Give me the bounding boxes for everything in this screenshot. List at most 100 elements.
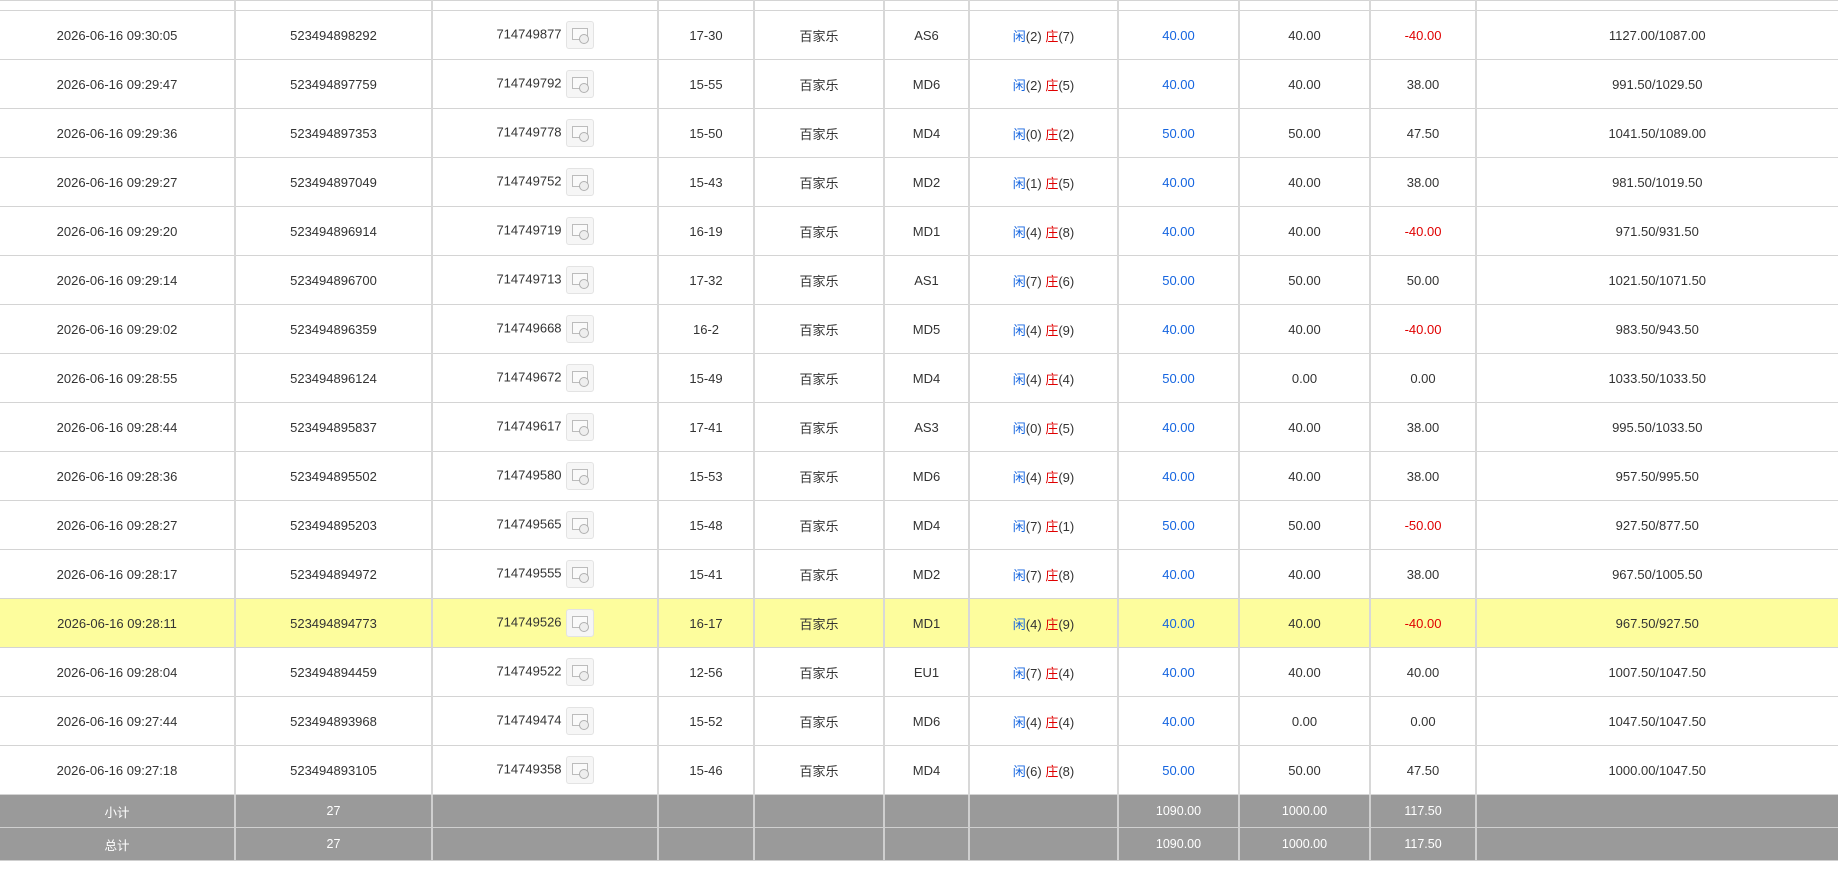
- table-row: 2026-06-16 09:28:27 523494895203 714749565…: [0, 500, 1838, 550]
- order-id: 523494894459: [234, 647, 433, 697]
- ticket-image-icon[interactable]: [565, 315, 594, 343]
- valid-bet: 40.00: [1238, 304, 1371, 354]
- subtotal-count: 27: [234, 794, 433, 828]
- player-label: 闲: [1012, 273, 1026, 289]
- player-points: (4): [1025, 616, 1042, 632]
- banker-points: (1): [1058, 518, 1075, 534]
- table-code: MD2: [883, 549, 970, 599]
- banker-label: 庄: [1045, 371, 1059, 387]
- player-points: (4): [1025, 714, 1042, 730]
- banker-label: 庄: [1045, 763, 1059, 779]
- player-points: (0): [1025, 126, 1042, 142]
- ticket-image-icon[interactable]: [565, 413, 594, 441]
- balance-change: 1033.50/1033.50: [1475, 353, 1838, 403]
- win-loss: 50.00: [1369, 255, 1477, 305]
- game-id-cell: 714749580: [431, 451, 659, 501]
- player-label: 闲: [1012, 77, 1026, 93]
- banker-points: (4): [1058, 714, 1075, 730]
- order-id: 523494898292: [234, 10, 433, 60]
- table-row: 2026-06-16 09:30:05 523494898292 714749877…: [0, 10, 1838, 60]
- result-cell: 闲(4) 庄(9): [968, 451, 1119, 501]
- valid-bet: 50.00: [1238, 255, 1371, 305]
- bet-amount: 40.00: [1117, 549, 1240, 599]
- result-cell: 闲(0) 庄(2): [968, 108, 1119, 158]
- bet-amount: 50.00: [1117, 108, 1240, 158]
- result-cell: 闲(4) 庄(8): [968, 206, 1119, 256]
- ticket-image-icon[interactable]: [565, 756, 594, 784]
- ticket-image-icon[interactable]: [565, 266, 594, 294]
- subtotal-win-loss: 117.50: [1369, 794, 1477, 828]
- valid-bet: 40.00: [1238, 10, 1371, 60]
- player-label: 闲: [1012, 28, 1026, 44]
- game-id-cell: 714749668: [431, 304, 659, 354]
- ticket-image-icon[interactable]: [565, 217, 594, 245]
- order-id: 523494896124: [234, 353, 433, 403]
- ticket-image-icon[interactable]: [565, 364, 594, 392]
- bet-amount: 40.00: [1117, 59, 1240, 109]
- player-points: (4): [1025, 469, 1042, 485]
- table-code: MD1: [883, 206, 970, 256]
- table-code: AS6: [883, 10, 970, 60]
- ticket-image-icon[interactable]: [565, 70, 594, 98]
- banker-label: 庄: [1045, 714, 1059, 730]
- round-number: 15-43: [657, 157, 755, 207]
- win-loss: 38.00: [1369, 549, 1477, 599]
- ticket-image-icon[interactable]: [565, 119, 594, 147]
- banker-label: 庄: [1045, 126, 1059, 142]
- ticket-image-icon[interactable]: [565, 21, 594, 49]
- game-id-cell: 714749555: [431, 549, 659, 599]
- result-cell: 闲(0) 庄(5): [968, 402, 1119, 452]
- ticket-image-icon[interactable]: [565, 609, 594, 637]
- game-id: 714749792: [496, 75, 562, 91]
- banker-points: (8): [1058, 224, 1075, 240]
- result-cell: 闲(6) 庄(8): [968, 745, 1119, 795]
- banker-label: 庄: [1045, 224, 1059, 240]
- order-id: 523494895203: [234, 500, 433, 550]
- bet-amount: 50.00: [1117, 255, 1240, 305]
- table-row: 2026-06-16 09:28:04 523494894459 714749522…: [0, 647, 1838, 697]
- balance-change: 981.50/1019.50: [1475, 157, 1838, 207]
- game-name: 百家乐: [753, 745, 885, 795]
- game-id: 714749778: [496, 124, 562, 140]
- bet-time: 2026-06-16 09:29:20: [0, 206, 236, 256]
- player-points: (1): [1025, 175, 1042, 191]
- table-code: MD6: [883, 59, 970, 109]
- order-id: 523494897049: [234, 157, 433, 207]
- ticket-image-icon[interactable]: [565, 168, 594, 196]
- ticket-image-icon[interactable]: [565, 658, 594, 686]
- result-cell: 闲(2) 庄(7): [968, 10, 1119, 60]
- win-loss: 38.00: [1369, 451, 1477, 501]
- game-name: 百家乐: [753, 696, 885, 746]
- valid-bet: 40.00: [1238, 206, 1371, 256]
- total-bet: 1090.00: [1117, 827, 1240, 861]
- banker-label: 庄: [1045, 518, 1059, 534]
- valid-bet: 0.00: [1238, 353, 1371, 403]
- bet-amount: 40.00: [1117, 10, 1240, 60]
- order-id: 523494896359: [234, 304, 433, 354]
- banker-points: (7): [1058, 28, 1075, 44]
- player-label: 闲: [1012, 420, 1026, 436]
- banker-label: 庄: [1045, 322, 1059, 338]
- subtotal-valid-bet: 1000.00: [1238, 794, 1371, 828]
- table-code: MD4: [883, 500, 970, 550]
- banker-points: (8): [1058, 763, 1075, 779]
- result-cell: 闲(7) 庄(4): [968, 647, 1119, 697]
- table-code: MD4: [883, 353, 970, 403]
- ticket-image-icon[interactable]: [565, 462, 594, 490]
- player-points: (7): [1025, 665, 1042, 681]
- player-label: 闲: [1012, 126, 1026, 142]
- bet-time: 2026-06-16 09:28:36: [0, 451, 236, 501]
- table-code: MD2: [883, 157, 970, 207]
- table-row: 2026-06-16 09:28:11 523494894773 714749526…: [0, 598, 1838, 648]
- balance-change: 967.50/1005.50: [1475, 549, 1838, 599]
- table-row: 2026-06-16 09:29:20 523494896914 714749719…: [0, 206, 1838, 256]
- game-name: 百家乐: [753, 353, 885, 403]
- ticket-image-icon[interactable]: [565, 511, 594, 539]
- round-number: 17-30: [657, 10, 755, 60]
- game-name: 百家乐: [753, 647, 885, 697]
- ticket-image-icon[interactable]: [565, 560, 594, 588]
- player-label: 闲: [1012, 469, 1026, 485]
- game-id-cell: 714749792: [431, 59, 659, 109]
- result-cell: 闲(4) 庄(9): [968, 304, 1119, 354]
- ticket-image-icon[interactable]: [565, 707, 594, 735]
